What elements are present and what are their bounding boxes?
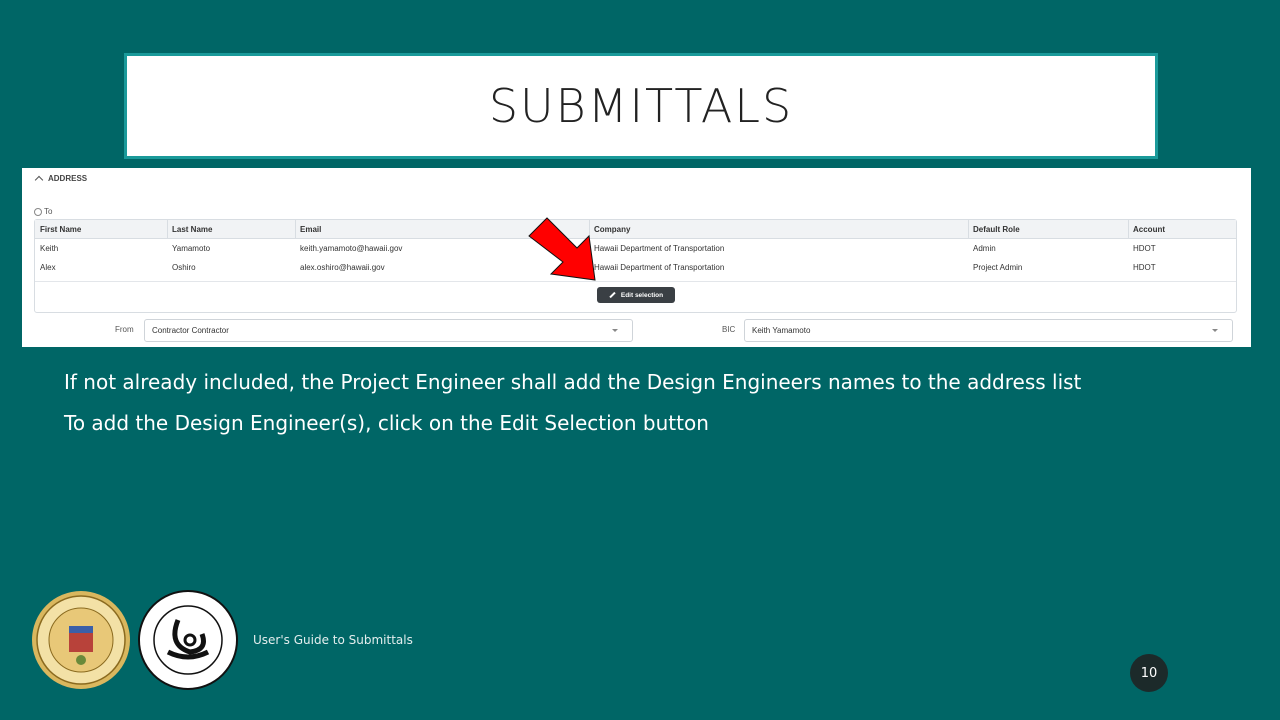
cell-company: Hawaii Department of Transportation [594,244,725,253]
cell-email: alex.oshiro@hawaii.gov [300,263,385,272]
to-label: To [34,207,52,216]
bic-select[interactable]: Keith Yamamoto [744,319,1233,342]
table-header: First Name Last Name Email Company Defau… [35,220,1236,239]
instruction-line-1: If not already included, the Project Eng… [64,370,1082,394]
cell-first-name: Keith [40,244,59,253]
cell-company: Hawaii Department of Transportation [594,263,725,272]
info-icon [34,207,42,216]
address-panel: ADDRESS To First Name Last Name Email Co… [22,168,1251,347]
column-header-account[interactable]: Account [1133,225,1165,234]
from-select[interactable]: Contractor Contractor [144,319,633,342]
chevron-up-icon [34,175,44,185]
edit-selection-button[interactable]: Edit selection [597,287,675,303]
column-divider [968,220,969,238]
to-text: To [44,207,53,216]
column-header-default-role[interactable]: Default Role [973,225,1020,234]
cell-last-name: Oshiro [172,263,196,272]
column-header-last-name[interactable]: Last Name [172,225,212,234]
row-divider [35,281,1236,282]
chevron-down-icon [612,329,618,332]
from-label: From [115,325,134,334]
cell-account: HDOT [1133,263,1156,272]
cell-first-name: Alex [40,263,56,272]
bic-value: Keith Yamamoto [752,326,811,335]
cell-default-role: Project Admin [973,263,1023,272]
column-divider [1128,220,1129,238]
cell-email: keith.yamamoto@hawaii.gov [300,244,403,253]
slide-title: SUBMITTALS [488,79,794,133]
address-section-toggle[interactable]: ADDRESS [34,174,88,185]
column-header-email[interactable]: Email [300,225,321,234]
cell-account: HDOT [1133,244,1156,253]
from-value: Contractor Contractor [152,326,229,335]
chevron-down-icon [1212,329,1218,332]
edit-selection-label: Edit selection [620,291,664,299]
state-of-hawaii-seal-icon [32,591,130,689]
address-table: First Name Last Name Email Company Defau… [34,219,1237,313]
page-number-badge: 10 [1130,654,1168,692]
instruction-line-2: To add the Design Engineer(s), click on … [64,411,709,435]
dept-of-transportation-logo-icon [138,590,238,690]
bic-label: BIC [722,325,736,334]
column-divider [167,220,168,238]
section-title: ADDRESS [48,174,88,183]
footer-text: User's Guide to Submittals [253,633,413,647]
column-divider [295,220,296,238]
pencil-icon [609,291,616,299]
cell-last-name: Yamamoto [172,244,211,253]
column-header-first-name[interactable]: First Name [40,225,81,234]
red-arrow-icon [528,217,596,281]
slide-title-box: SUBMITTALS [124,53,1158,159]
cell-default-role: Admin [973,244,996,253]
